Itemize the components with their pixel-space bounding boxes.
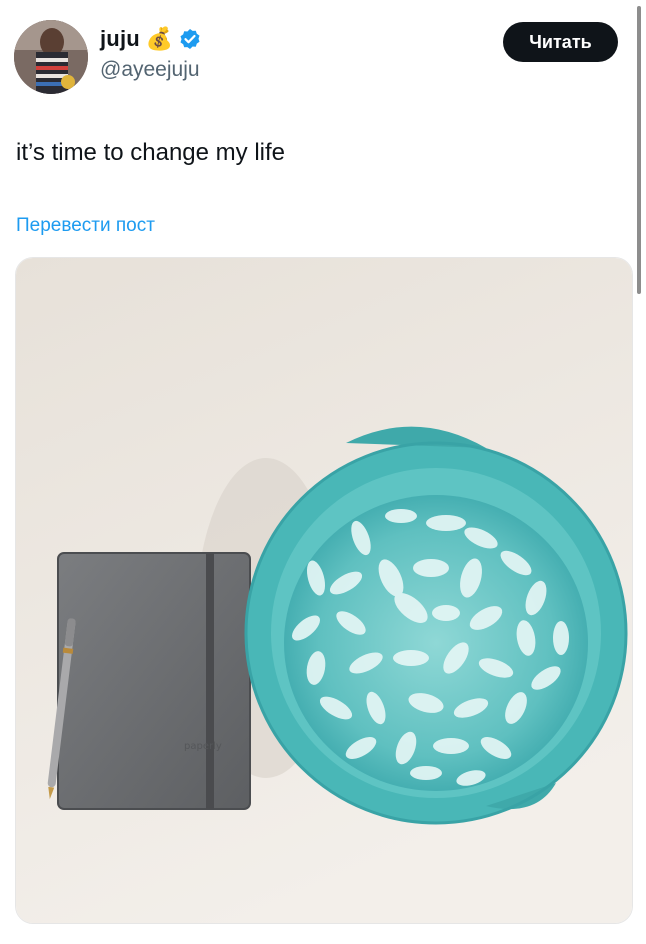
author-name-row: juju 💰	[100, 26, 201, 52]
follow-button[interactable]: Читать	[503, 22, 618, 62]
avatar[interactable]	[14, 20, 88, 94]
notebook-brand: paperly	[184, 741, 222, 752]
verified-badge-icon	[180, 29, 200, 49]
translate-post-link[interactable]: Перевести пост	[16, 215, 155, 237]
notebook: paperly	[57, 552, 251, 810]
photo-bowl-of-ice-icon: paperly	[16, 258, 632, 923]
author-name[interactable]: juju	[100, 26, 140, 52]
scrollbar[interactable]	[637, 6, 641, 294]
avatar-image	[14, 20, 88, 94]
tweet-text: it’s time to change my life	[16, 139, 286, 166]
money-bag-emoji: 💰	[145, 26, 174, 51]
tweet-photo[interactable]: paperly	[15, 257, 633, 924]
author-handle[interactable]: @ayeejuju	[100, 58, 200, 82]
